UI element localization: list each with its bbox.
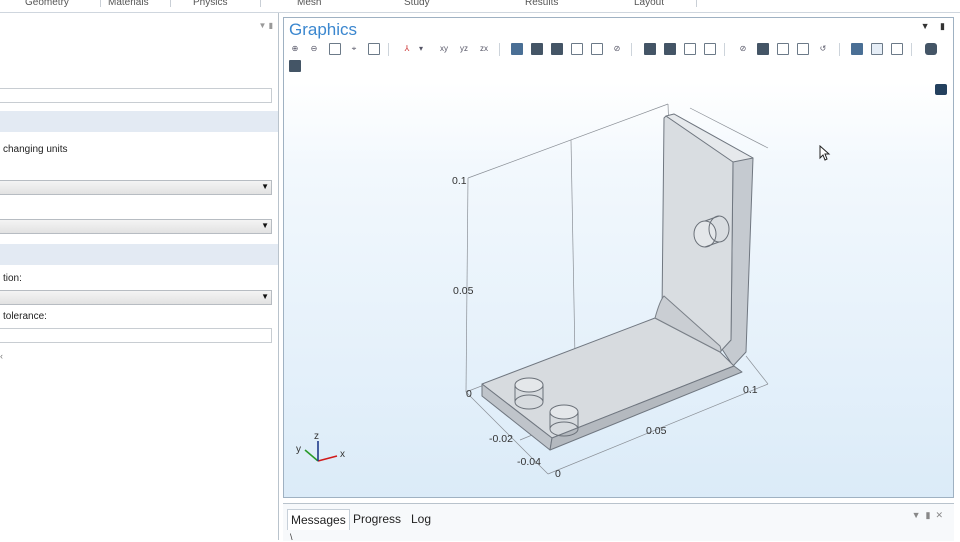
bracket-geometry[interactable] [481, 113, 754, 451]
messages-panel: Messages Progress Log ▼▮✕ \ [283, 503, 954, 542]
hole-base-2[interactable] [549, 404, 579, 420]
3d-model-view[interactable]: 0.1 0.05 0 -0.02 -0.04 0 0.05 0.1 x y z [0, 0, 960, 540]
axis-triad: x y z [296, 431, 345, 462]
mouse-cursor-icon [819, 145, 831, 161]
hole-upright[interactable] [693, 220, 717, 248]
x-tick-label: 0.05 [646, 425, 667, 437]
triad-x-label: x [340, 449, 345, 460]
triad-y-axis [304, 449, 319, 462]
tab-progress[interactable]: Progress [350, 509, 404, 529]
z-tick-label: 0.05 [453, 285, 474, 297]
z-tick-label: 0.1 [452, 175, 467, 187]
console-text: \ [290, 532, 293, 542]
tab-log[interactable]: Log [408, 509, 434, 529]
hole-base-1[interactable] [514, 377, 544, 393]
x-tick-label: 0.1 [743, 384, 758, 396]
y-tick-label: -0.04 [517, 456, 541, 468]
triad-z-label: z [314, 431, 319, 442]
y-tick-label: -0.02 [489, 433, 513, 445]
panel-window-controls[interactable]: ▼▮✕ [912, 510, 948, 521]
triad-x-axis [317, 455, 338, 462]
triad-y-label: y [296, 444, 301, 455]
z-tick-label: 0 [466, 388, 472, 400]
tab-messages[interactable]: Messages [287, 509, 350, 530]
x-tick-label: 0 [555, 468, 561, 480]
